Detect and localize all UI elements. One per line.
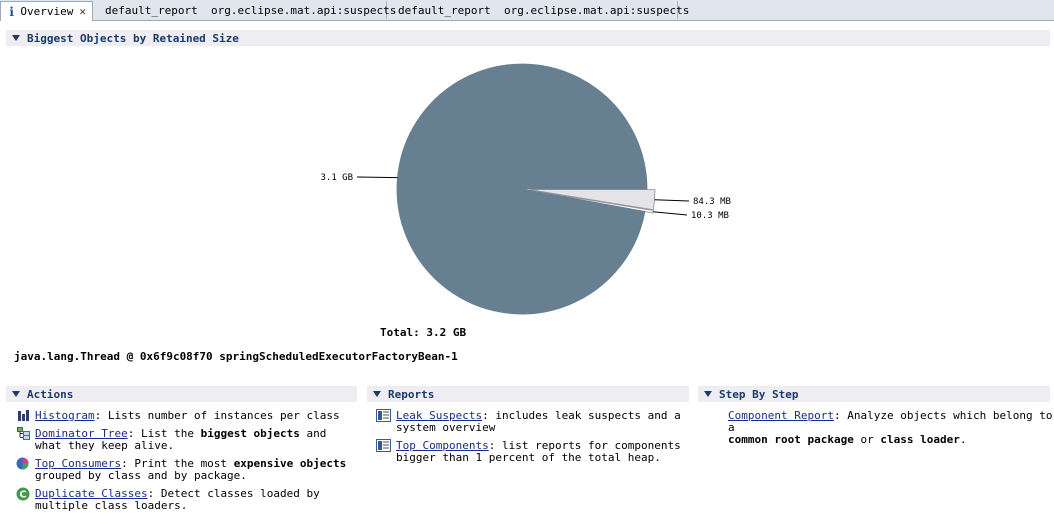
collapse-triangle-icon[interactable] — [704, 391, 712, 397]
histogram-icon — [18, 410, 29, 421]
top-consumers-icon — [16, 457, 29, 470]
top-components-desc-line2: bigger than 1 percent of the total heap. — [396, 451, 661, 464]
duplicate-classes-desc-line2: multiple class loaders. — [35, 499, 188, 512]
pie-slice-3-1-gb[interactable] — [396, 63, 648, 315]
selected-object-label: java.lang.Thread @ 0x6f9c08f70 springSch… — [14, 350, 458, 363]
component-report-step: Component Report: Analyze objects which … — [728, 410, 1054, 446]
actions-header[interactable]: Actions — [6, 386, 357, 402]
duplicate-classes-icon: C — [16, 487, 30, 501]
leak-suspects-report: Leak Suspects: includes leak suspects an… — [396, 410, 681, 434]
pie-leader-line — [654, 199, 690, 202]
histogram-description: : Lists number of instances per class — [94, 409, 340, 422]
reports-title: Reports — [388, 387, 435, 401]
dominator-tree-icon — [17, 427, 30, 440]
collapse-triangle-icon[interactable] — [12, 391, 20, 397]
component-report-desc-end: . — [959, 433, 967, 446]
leak-suspects-report-icon — [376, 409, 391, 422]
actions-title: Actions — [27, 387, 74, 401]
top-consumers-desc-bold: expensive objects — [233, 457, 347, 470]
pie-slice-label: 3.1 GB — [320, 173, 353, 183]
svg-text:C: C — [19, 490, 26, 501]
top-consumers-action: Top Consumers: Print the most expensive … — [35, 458, 346, 482]
step-by-step-title: Step By Step — [719, 387, 799, 401]
retained-size-pie-chart: 84.3 MB 10.3 MB 3.1 GB — [320, 63, 731, 315]
dominator-tree-action: Dominator Tree: List the biggest objects… — [35, 428, 326, 452]
top-consumers-desc-line2: grouped by class and by package. — [35, 469, 247, 482]
dominator-tree-desc-post: and — [299, 427, 327, 440]
pie-slice-label: 10.3 MB — [691, 211, 729, 221]
component-report-bold-loader: class loader — [880, 433, 960, 446]
component-report-desc-mid: or — [853, 433, 881, 446]
histogram-link[interactable]: Histogram — [35, 409, 95, 422]
step-by-step-header[interactable]: Step By Step — [698, 386, 1050, 402]
pie-leader-line — [652, 211, 688, 216]
dominator-tree-desc-line2: what they keep alive. — [35, 439, 175, 452]
histogram-action: Histogram: Lists number of instances per… — [35, 410, 340, 422]
pie-leader-line — [356, 176, 398, 179]
duplicate-classes-action: Duplicate Classes: Detect classes loaded… — [35, 488, 320, 512]
component-report-bold-package: common root package — [728, 433, 854, 446]
pie-slice-label: 84.3 MB — [693, 197, 731, 207]
top-components-report-icon — [376, 439, 391, 452]
dominator-tree-desc-bold: biggest objects — [200, 427, 300, 440]
collapse-triangle-icon[interactable] — [373, 391, 381, 397]
component-report-link[interactable]: Component Report — [728, 409, 834, 422]
reports-header[interactable]: Reports — [367, 386, 689, 402]
leak-suspects-desc-line2: system overview — [396, 421, 496, 434]
top-components-report: Top Components: list reports for compone… — [396, 440, 681, 464]
total-label: Total: 3.2 GB — [380, 326, 467, 339]
leak-suspects-description: : includes leak suspects and a — [482, 409, 681, 422]
